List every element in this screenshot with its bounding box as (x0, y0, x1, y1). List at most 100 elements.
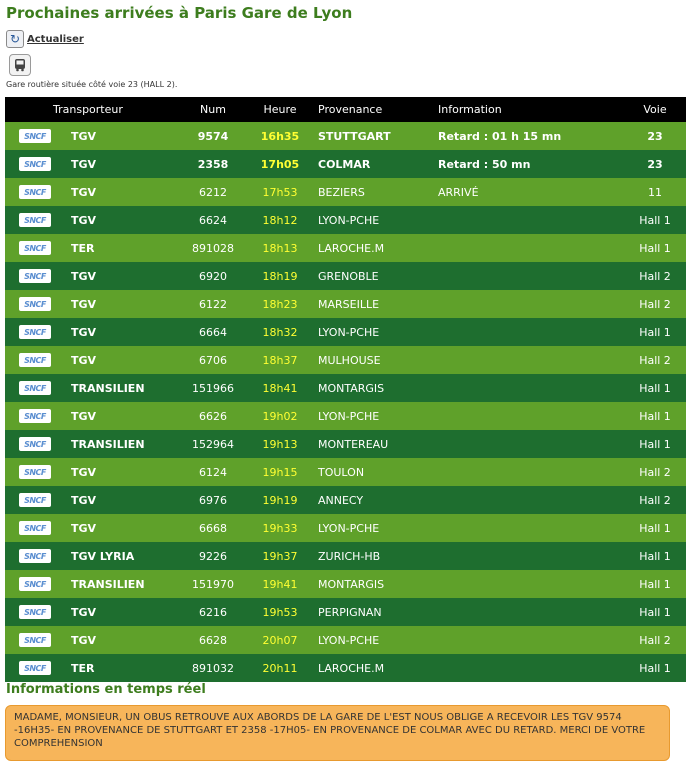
cell-voie: Hall 1 (639, 437, 671, 451)
cell-transporteur: TRANSILIEN (71, 437, 145, 451)
cell-num: 151966 (192, 381, 234, 395)
table-row: SNCF TRANSILIEN 151970 19h41 MONTARGIS Hall 1 (5, 570, 686, 598)
sncf-logo: SNCF (19, 577, 51, 591)
cell-provenance: COLMAR (318, 157, 371, 171)
sncf-logo: SNCF (19, 157, 51, 171)
cell-provenance: ANNECY (318, 493, 364, 507)
carrier-logo-cell: SNCF (19, 430, 53, 458)
cell-transporteur: TRANSILIEN (71, 577, 145, 591)
cell-provenance: LAROCHE.M (318, 241, 385, 255)
cell-heure: 17h53 (262, 185, 298, 199)
cell-heure: 19h53 (262, 605, 298, 619)
header-information: Information (438, 103, 502, 116)
table-row: SNCF TRANSILIEN 152964 19h13 MONTEREAU Hall 1 (5, 430, 686, 458)
cell-heure: 19h13 (262, 437, 298, 451)
table-row: SNCF TGV 6668 19h33 LYON-PCHE Hall 1 (5, 514, 686, 542)
cell-heure: 19h33 (262, 521, 298, 535)
header-voie: Voie (643, 103, 667, 116)
refresh-icon[interactable]: ↻ (6, 30, 24, 48)
cell-provenance: LYON-PCHE (318, 633, 380, 647)
table-row: SNCF TGV 6216 19h53 PERPIGNAN Hall 1 (5, 598, 686, 626)
sncf-logo: SNCF (19, 521, 51, 535)
table-row: SNCF TGV 6920 18h19 GRENOBLE Hall 2 (5, 262, 686, 290)
sncf-logo: SNCF (19, 437, 51, 451)
cell-voie: Hall 2 (639, 297, 671, 311)
cell-provenance: LYON-PCHE (318, 325, 380, 339)
carrier-logo-cell: SNCF (19, 402, 53, 430)
cell-transporteur: TGV (71, 297, 97, 311)
cell-num: 6124 (199, 465, 227, 479)
table-body: SNCF TGV 9574 16h35 STUTTGART Retard : 01 h 1… (5, 122, 686, 682)
cell-heure: 18h23 (262, 297, 298, 311)
cell-voie: Hall 2 (639, 493, 671, 507)
cell-num: 6122 (199, 297, 227, 311)
cell-num: 152964 (192, 437, 234, 451)
cell-provenance: BEZIERS (318, 185, 365, 199)
cell-heure: 18h13 (262, 241, 298, 255)
cell-provenance: MONTEREAU (318, 437, 389, 451)
cell-transporteur: TGV (71, 353, 97, 367)
cell-num: 6706 (199, 353, 227, 367)
bus-icon[interactable] (9, 54, 31, 76)
cell-heure: 17h05 (260, 157, 300, 171)
cell-num: 6668 (199, 521, 227, 535)
arrivals-board: Transporteur Num Heure Provenance Inform… (5, 97, 686, 682)
table-row: SNCF TGV 6628 20h07 LYON-PCHE Hall 2 (5, 626, 686, 654)
cell-provenance: LAROCHE.M (318, 661, 385, 675)
cell-heure: 19h15 (262, 465, 298, 479)
table-row: SNCF TGV 9574 16h35 STUTTGART Retard : 01 h 1… (5, 122, 686, 150)
carrier-logo-cell: SNCF (19, 598, 53, 626)
cell-voie: Hall 1 (639, 381, 671, 395)
cell-voie: Hall 1 (639, 577, 671, 591)
carrier-logo-cell: SNCF (19, 318, 53, 346)
cell-provenance: MONTARGIS (318, 381, 385, 395)
table-row: SNCF TGV 6122 18h23 MARSEILLE Hall 2 (5, 290, 686, 318)
carrier-logo-cell: SNCF (19, 374, 53, 402)
cell-voie: 23 (647, 129, 663, 143)
table-row: SNCF TGV 6626 19h02 LYON-PCHE Hall 1 (5, 402, 686, 430)
carrier-logo-cell: SNCF (19, 178, 53, 206)
cell-provenance: MARSEILLE (318, 297, 380, 311)
cell-heure: 18h12 (262, 213, 298, 227)
table-row: SNCF TRANSILIEN 151966 18h41 MONTARGIS Hall 1 (5, 374, 686, 402)
carrier-logo-cell: SNCF (19, 570, 53, 598)
cell-heure: 19h37 (262, 549, 298, 563)
table-row: SNCF TGV 6706 18h37 MULHOUSE Hall 2 (5, 346, 686, 374)
sncf-logo: SNCF (19, 381, 51, 395)
cell-transporteur: TGV (71, 633, 97, 647)
table-row: SNCF TER 891032 20h11 LAROCHE.M Hall 1 (5, 654, 686, 682)
realtime-alert: MADAME, MONSIEUR, UN OBUS RETROUVE AUX A… (5, 705, 670, 761)
cell-transporteur: TGV (71, 409, 97, 423)
cell-num: 891028 (192, 241, 234, 255)
sncf-logo: SNCF (19, 409, 51, 423)
refresh-link[interactable]: Actualiser (27, 34, 84, 45)
cell-provenance: TOULON (318, 465, 365, 479)
table-row: SNCF TER 891028 18h13 LAROCHE.M Hall 1 (5, 234, 686, 262)
cell-provenance: LYON-PCHE (318, 213, 380, 227)
refresh-control[interactable]: ↻ Actualiser (6, 30, 84, 48)
table-row: SNCF TGV 6976 19h19 ANNECY Hall 2 (5, 486, 686, 514)
cell-transporteur: TGV (71, 605, 97, 619)
cell-heure: 19h41 (262, 577, 298, 591)
cell-provenance: LYON-PCHE (318, 521, 380, 535)
cell-num: 891032 (192, 661, 234, 675)
cell-num: 9226 (199, 549, 227, 563)
cell-provenance: PERPIGNAN (318, 605, 382, 619)
cell-num: 151970 (192, 577, 234, 591)
cell-voie: Hall 1 (639, 605, 671, 619)
sncf-logo: SNCF (19, 129, 51, 143)
cell-provenance: MULHOUSE (318, 353, 381, 367)
cell-voie: Hall 1 (639, 521, 671, 535)
cell-num: 2358 (197, 157, 229, 171)
carrier-logo-cell: SNCF (19, 346, 53, 374)
cell-provenance: ZURICH-HB (318, 549, 381, 563)
cell-transporteur: TGV (71, 325, 97, 339)
cell-transporteur: TGV (71, 213, 97, 227)
table-row: SNCF TGV LYRIA 9226 19h37 ZURICH-HB Hall 1 (5, 542, 686, 570)
cell-transporteur: TGV (71, 465, 97, 479)
cell-provenance: MONTARGIS (318, 577, 385, 591)
cell-num: 6664 (199, 325, 227, 339)
cell-transporteur: TGV (71, 493, 97, 507)
station-note: Gare routière située côté voie 23 (HALL … (6, 80, 178, 89)
cell-voie: Hall 1 (639, 409, 671, 423)
